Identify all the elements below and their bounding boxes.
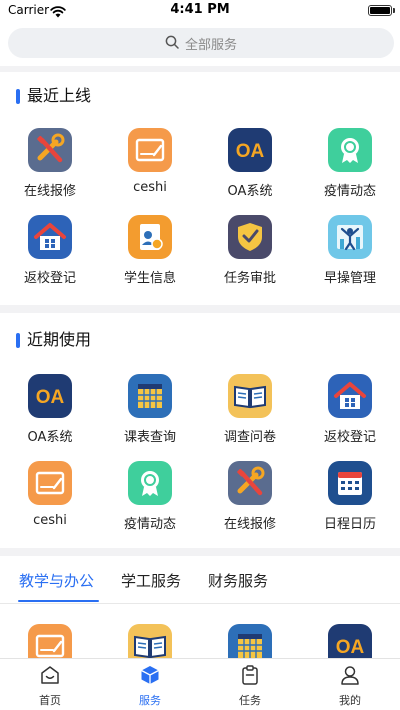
search-placeholder: 全部服务 (184, 37, 237, 53)
service-label: 疫情动态 (123, 517, 176, 532)
recent-online-grid: 在线报修 ceshi OA OA系统 疫情动态返校登记 学生信息 任务审批 早操管理 (0, 128, 400, 302)
search-bar[interactable]: 全部服务 (8, 28, 394, 58)
service-label: 在线报修 (23, 184, 76, 199)
service-tile[interactable]: ceshi (0, 461, 100, 548)
timetable-icon (128, 374, 172, 418)
nav-profile[interactable]: 我的 (300, 659, 400, 710)
section-recent-online-header: 最近上线 (0, 84, 400, 108)
book-icon[interactable] (128, 624, 172, 658)
house-icon (28, 215, 72, 259)
house-icon (328, 374, 372, 418)
service-tile[interactable]: 返校登记 (0, 215, 100, 302)
service-tile[interactable]: 日程日历 (300, 461, 400, 548)
nav-services[interactable]: 服务 (100, 659, 200, 710)
service-label: 学生信息 (123, 271, 176, 286)
shield-check-icon (228, 215, 272, 259)
signature-board-icon (128, 128, 172, 172)
service-label: 调查问卷 (223, 430, 276, 445)
nav-home[interactable]: 首页 (0, 659, 100, 710)
service-tile[interactable]: 在线报修 (0, 128, 100, 215)
section-accent-bar (16, 333, 20, 348)
recent-used-grid: OA OA系统 课表查询 调查问卷 返校登记 ceshi 疫情动态 在线报修 日程日历 (0, 374, 400, 548)
oa-icon[interactable]: OA (328, 624, 372, 658)
service-tile[interactable]: 早操管理 (300, 215, 400, 302)
repair-tools-icon (28, 128, 72, 172)
bottom-nav: 首页 服务 任务 我的 (0, 658, 400, 710)
student-card-icon (128, 215, 172, 259)
medal-icon (128, 461, 172, 505)
medal-icon (328, 128, 372, 172)
clipboard-icon (239, 664, 261, 690)
svg-text:OA: OA (36, 387, 65, 408)
section-title: 最近上线 (27, 86, 92, 105)
tab-content-preview: OA (0, 620, 400, 658)
nav-label: 首页 (39, 694, 61, 707)
nav-label: 任务 (239, 694, 261, 707)
service-tile[interactable]: 任务审批 (200, 215, 300, 302)
section-recent-used-header: 近期使用 (0, 328, 400, 352)
status-bar: Carrier 4:41 PM (0, 0, 400, 22)
service-label: 课表查询 (123, 430, 176, 445)
service-tile[interactable]: 学生信息 (100, 215, 200, 302)
service-label: OA系统 (227, 184, 273, 199)
search-icon (165, 34, 179, 53)
timetable-icon[interactable] (228, 624, 272, 658)
service-label: 返校登记 (323, 430, 376, 445)
service-tile[interactable]: OA OA系统 (0, 374, 100, 461)
service-label: 早操管理 (323, 271, 376, 286)
service-label: 任务审批 (223, 271, 276, 286)
oa-icon: OA (28, 374, 72, 418)
book-icon (228, 374, 272, 418)
section-divider (0, 305, 400, 313)
service-tile[interactable]: 返校登记 (300, 374, 400, 461)
nav-tasks[interactable]: 任务 (200, 659, 300, 710)
cube-icon (139, 664, 161, 690)
service-label: ceshi (133, 180, 167, 195)
service-tile[interactable]: 在线报修 (200, 461, 300, 548)
service-tile[interactable]: 调查问卷 (200, 374, 300, 461)
tab-student-affairs[interactable]: 学工服务 (121, 570, 181, 591)
exercise-icon (328, 215, 372, 259)
battery-icon (368, 5, 392, 16)
repair-tools-icon (228, 461, 272, 505)
user-icon (339, 664, 361, 690)
service-label: 疫情动态 (323, 184, 376, 199)
oa-icon: OA (228, 128, 272, 172)
section-divider (0, 66, 400, 72)
section-title: 近期使用 (27, 330, 92, 349)
calendar-icon (328, 461, 372, 505)
battery-tip (393, 8, 395, 13)
service-label: ceshi (33, 513, 67, 528)
battery-fill (370, 7, 390, 14)
service-label: 在线报修 (223, 517, 276, 532)
service-tile[interactable]: OA OA系统 (200, 128, 300, 215)
category-tabs: 教学与办公 学工服务 财务服务 (0, 560, 400, 604)
section-divider (0, 548, 400, 556)
svg-text:OA: OA (236, 141, 265, 162)
service-label: OA系统 (27, 430, 73, 445)
active-tab-indicator (18, 600, 99, 602)
nav-label: 服务 (139, 694, 161, 707)
service-tile[interactable]: 疫情动态 (100, 461, 200, 548)
nav-label: 我的 (339, 694, 361, 707)
service-label: 日程日历 (323, 517, 376, 532)
tab-finance[interactable]: 财务服务 (208, 570, 268, 591)
svg-text:OA: OA (336, 637, 365, 658)
tab-teaching-office[interactable]: 教学与办公 (19, 570, 94, 591)
clock: 4:41 PM (170, 2, 230, 17)
service-label: 返校登记 (23, 271, 76, 286)
signature-board-icon (28, 461, 72, 505)
service-tile[interactable]: ceshi (100, 128, 200, 215)
service-tile[interactable]: 课表查询 (100, 374, 200, 461)
service-tile[interactable]: 疫情动态 (300, 128, 400, 215)
signature-board-icon[interactable] (28, 624, 72, 658)
home-smile-icon (39, 664, 61, 690)
section-accent-bar (16, 89, 20, 104)
